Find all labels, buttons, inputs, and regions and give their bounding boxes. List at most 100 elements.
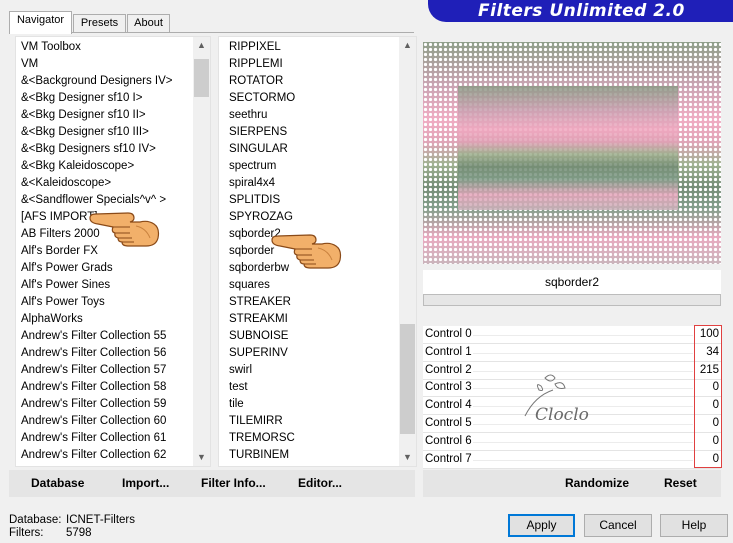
control-value[interactable]: 0: [693, 381, 719, 393]
category-list-item[interactable]: Alf's Power Sines: [21, 277, 173, 294]
scroll-up-icon[interactable]: ▲: [193, 37, 210, 54]
filters-count-value: 5798: [66, 527, 92, 539]
import-button[interactable]: Import...: [122, 476, 169, 490]
control-value[interactable]: 0: [693, 399, 719, 411]
help-button[interactable]: Help: [660, 514, 728, 537]
tab-navigator[interactable]: Navigator: [9, 11, 72, 34]
category-scroll-thumb[interactable]: [194, 59, 209, 97]
category-list-item[interactable]: Andrew's Filter Collection 61: [21, 430, 173, 447]
category-list-item[interactable]: &<Bkg Designer sf10 II>: [21, 107, 173, 124]
control-label: Control 6: [425, 434, 472, 447]
scroll-down-icon[interactable]: ▼: [399, 449, 416, 466]
scroll-down-icon[interactable]: ▼: [193, 449, 210, 466]
control-label: Control 7: [425, 452, 472, 465]
reset-button[interactable]: Reset: [664, 476, 697, 490]
category-list-item[interactable]: Andrew's Filter Collection 57: [21, 362, 173, 379]
filter-preview: [423, 42, 721, 264]
filter-list-item[interactable]: test: [229, 379, 295, 396]
control-row: Control 7 0: [423, 451, 721, 469]
control-value[interactable]: 34: [693, 346, 719, 358]
watermark-logo: Cloclo: [524, 374, 589, 425]
category-list-item[interactable]: Andrew's Filter Collection 59: [21, 396, 173, 413]
tab-presets[interactable]: Presets: [73, 14, 126, 33]
filter-list-item[interactable]: seethru: [229, 107, 295, 124]
category-list-item[interactable]: &<Bkg Kaleidoscope>: [21, 158, 173, 175]
category-list-item[interactable]: Alf's Power Toys: [21, 294, 173, 311]
filter-list-item[interactable]: spiral4x4: [229, 175, 295, 192]
filter-list-item[interactable]: ROTATOR: [229, 73, 295, 90]
control-label: Control 2: [425, 363, 472, 376]
control-value[interactable]: 0: [693, 453, 719, 465]
control-value[interactable]: 100: [693, 328, 719, 340]
category-list-item[interactable]: Andrew's Filter Collection 62: [21, 447, 173, 464]
apply-button[interactable]: Apply: [508, 514, 575, 537]
control-row: Control 0 100: [423, 326, 721, 344]
filter-list-item[interactable]: spectrum: [229, 158, 295, 175]
category-list-item[interactable]: VM Toolbox: [21, 39, 173, 56]
filter-list-item[interactable]: squares: [229, 277, 295, 294]
app-title: Filters Unlimited 2.0: [478, 1, 685, 21]
scroll-up-icon[interactable]: ▲: [399, 37, 416, 54]
category-list-item[interactable]: &<Sandflower Specials^v^ >: [21, 192, 173, 209]
filter-list-item[interactable]: SUBNOISE: [229, 328, 295, 345]
filter-name-display: sqborder2: [423, 270, 721, 294]
category-list-item[interactable]: &<Bkg Designer sf10 I>: [21, 90, 173, 107]
filter-list-item[interactable]: TURBINEM: [229, 447, 295, 464]
tab-about[interactable]: About: [127, 14, 170, 33]
control-label: Control 0: [425, 328, 472, 340]
pointing-hand-icon: [89, 212, 160, 247]
filter-list-item[interactable]: SECTORMO: [229, 90, 295, 107]
database-button[interactable]: Database: [31, 476, 84, 490]
control-label: Control 4: [425, 399, 472, 412]
category-list[interactable]: VM Toolbox VM &<Background Designers IV> &<…: [15, 36, 211, 467]
filter-list-item[interactable]: tile: [229, 396, 295, 413]
control-slider[interactable]: [473, 459, 693, 461]
progress-bar: [423, 294, 721, 306]
filter-scroll-thumb[interactable]: [400, 324, 415, 434]
category-list-item[interactable]: &<Bkg Designer sf10 III>: [21, 124, 173, 141]
category-list-item[interactable]: &<Kaleidoscope>: [21, 175, 173, 192]
category-list-item[interactable]: &<Background Designers IV>: [21, 73, 173, 90]
filter-scrollbar[interactable]: ▲ ▼: [399, 37, 416, 466]
category-list-item[interactable]: VM: [21, 56, 173, 73]
filter-list-item[interactable]: RIPPLEMI: [229, 56, 295, 73]
control-value[interactable]: 215: [693, 364, 719, 376]
control-value[interactable]: 0: [693, 435, 719, 447]
category-list-item[interactable]: &<Bkg Designers sf10 IV>: [21, 141, 173, 158]
cancel-button[interactable]: Cancel: [584, 514, 652, 537]
filter-info-button[interactable]: Filter Info...: [201, 476, 266, 490]
filter-list-item[interactable]: STREAKER: [229, 294, 295, 311]
category-list-item[interactable]: Andrew's Filter Collection 60: [21, 413, 173, 430]
filter-list-item[interactable]: STREAKMI: [229, 311, 295, 328]
control-label: Control 5: [425, 417, 472, 429]
filter-list-item[interactable]: RIPPIXEL: [229, 39, 295, 56]
watermark-text: Cloclo: [535, 405, 589, 425]
filter-list-item[interactable]: SPLITDIS: [229, 192, 295, 209]
filter-list-item[interactable]: SPYROZAG: [229, 209, 295, 226]
filter-list-item[interactable]: TILEMIRR: [229, 413, 295, 430]
filter-list-item[interactable]: TREMORSC: [229, 430, 295, 447]
control-value[interactable]: 0: [693, 417, 719, 429]
list-toolbar: Database Import... Filter Info... Editor…: [9, 470, 415, 497]
filter-list-item[interactable]: SINGULAR: [229, 141, 295, 158]
category-list-item[interactable]: AlphaWorks: [21, 311, 173, 328]
filter-list-item[interactable]: SUPERINV: [229, 345, 295, 362]
category-list-item[interactable]: Andrew's Filter Collection 56: [21, 345, 173, 362]
control-label: Control 1: [425, 345, 472, 358]
control-row: Control 6 0: [423, 433, 721, 451]
control-row: Control 1 34: [423, 344, 721, 362]
control-slider[interactable]: [473, 352, 693, 354]
category-list-item[interactable]: Andrew's Filter Collection 58: [21, 379, 173, 396]
randomize-button[interactable]: Randomize: [565, 476, 629, 490]
control-slider[interactable]: [473, 441, 693, 443]
category-scrollbar[interactable]: ▲ ▼: [193, 37, 210, 466]
database-status-value: ICNET-Filters: [66, 514, 135, 526]
filter-list-item[interactable]: SIERPENS: [229, 124, 295, 141]
category-list-item[interactable]: Alf's Power Grads: [21, 260, 173, 277]
database-status-label: Database:: [9, 514, 62, 526]
category-list-item[interactable]: Andrew's Filter Collection 55: [21, 328, 173, 345]
filters-count-label: Filters:: [9, 527, 44, 539]
filter-list-item[interactable]: swirl: [229, 362, 295, 379]
control-slider[interactable]: [473, 335, 693, 336]
editor-button[interactable]: Editor...: [298, 476, 342, 490]
